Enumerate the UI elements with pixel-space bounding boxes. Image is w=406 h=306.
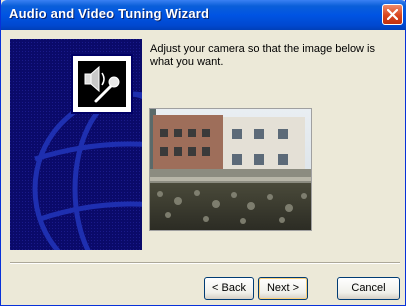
button-divider xyxy=(10,262,400,264)
window-title: Audio and Video Tuning Wizard xyxy=(9,6,210,21)
back-button[interactable]: < Back xyxy=(204,277,254,300)
wizard-banner xyxy=(10,39,142,250)
title-bar[interactable]: Audio and Video Tuning Wizard xyxy=(1,0,406,30)
close-button[interactable] xyxy=(382,4,403,25)
speaker-icon xyxy=(84,65,105,93)
wizard-window: Audio and Video Tuning Wizard Adjust you… xyxy=(0,0,406,306)
camera-preview-image xyxy=(150,109,311,230)
next-button[interactable]: Next > xyxy=(258,277,308,300)
wizard-logo xyxy=(71,54,133,114)
instruction-text: Adjust your camera so that the image bel… xyxy=(150,43,376,68)
cancel-button[interactable]: Cancel xyxy=(337,277,400,300)
camera-preview xyxy=(149,108,312,231)
close-icon xyxy=(387,9,398,20)
